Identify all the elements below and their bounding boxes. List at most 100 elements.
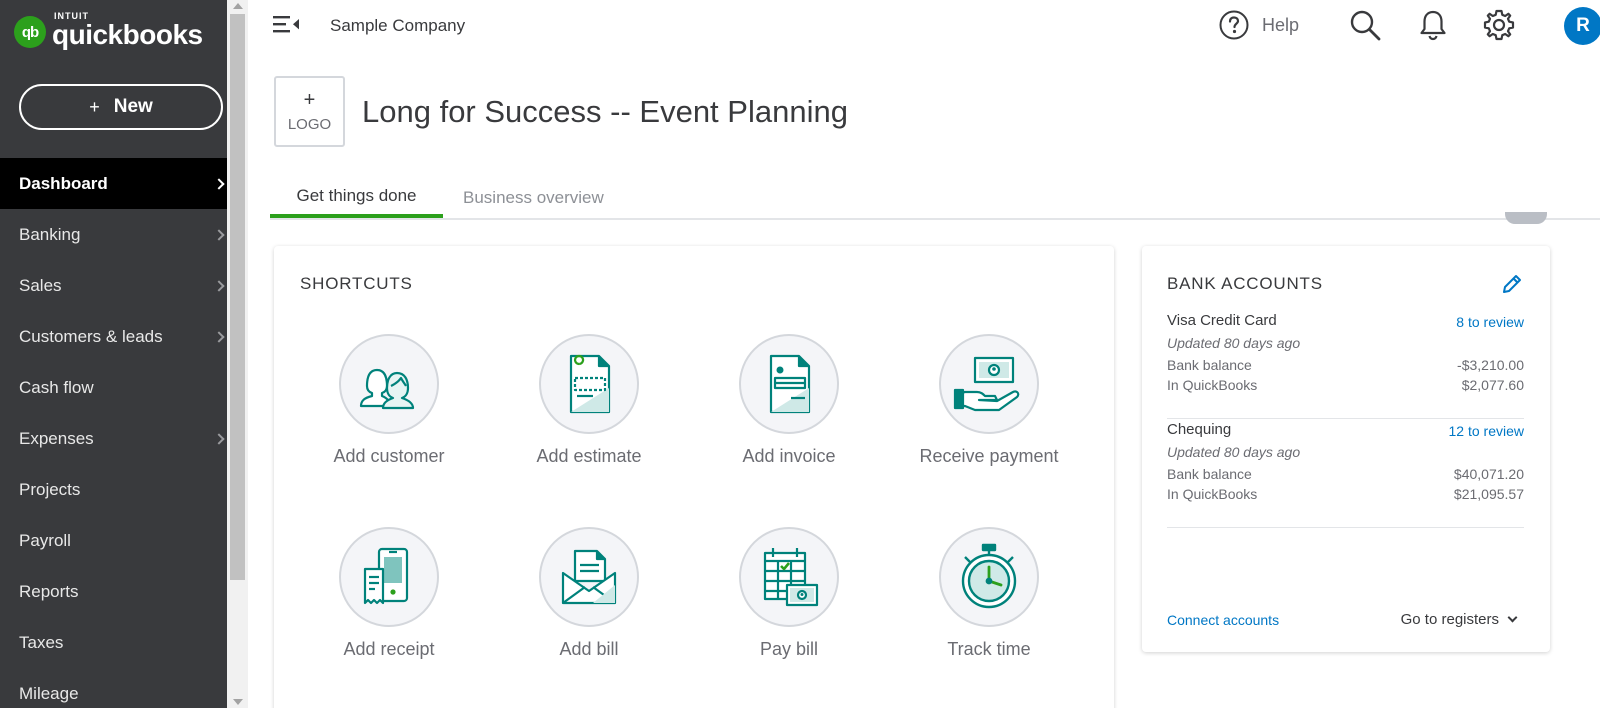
chevron-right-icon bbox=[213, 279, 225, 292]
scroll-up-arrow-icon[interactable] bbox=[233, 3, 243, 9]
quickbooks-balance-label: In QuickBooks bbox=[1167, 377, 1258, 393]
quickbooks-balance-row: In QuickBooks $21,095.57 bbox=[1167, 486, 1524, 502]
track-time-shortcut[interactable]: Track time bbox=[889, 527, 1089, 660]
bell-icon[interactable] bbox=[1416, 8, 1450, 42]
shortcuts-title: SHORTCUTS bbox=[300, 274, 413, 293]
bank-balance-label: Bank balance bbox=[1167, 357, 1252, 373]
shortcut-icon-circle bbox=[939, 334, 1039, 434]
add-receipt-shortcut[interactable]: Add receipt bbox=[289, 527, 489, 660]
shortcuts-card: SHORTCUTS Add customer Add estimate Add … bbox=[274, 246, 1114, 708]
sidebar-item-customers-leads[interactable]: Customers & leads bbox=[0, 311, 227, 362]
connect-accounts-link[interactable]: Connect accounts bbox=[1167, 612, 1279, 628]
tab-business-overview[interactable]: Business overview bbox=[463, 178, 604, 218]
sidebar-item-mileage[interactable]: Mileage bbox=[0, 668, 227, 708]
bank-balance-label: Bank balance bbox=[1167, 466, 1252, 482]
account-updated: Updated 80 days ago bbox=[1167, 335, 1301, 351]
pay-bill-icon bbox=[763, 548, 819, 607]
bank-balance-row: Bank balance $40,071.20 bbox=[1167, 466, 1524, 482]
sidebar-item-label: Sales bbox=[19, 275, 62, 295]
view-toggle-switch[interactable] bbox=[1505, 212, 1547, 224]
receipt-icon bbox=[363, 547, 409, 605]
pencil-icon[interactable] bbox=[1500, 272, 1524, 296]
shortcut-icon-circle bbox=[739, 334, 839, 434]
new-button[interactable]: + New bbox=[19, 84, 223, 130]
user-avatar[interactable]: R bbox=[1564, 7, 1600, 45]
sidebar-item-expenses[interactable]: Expenses bbox=[0, 413, 227, 464]
page-title: Long for Success -- Event Planning bbox=[362, 94, 848, 129]
chevron-right-icon bbox=[213, 228, 225, 241]
shortcut-label: Add customer bbox=[333, 446, 445, 466]
account-updated: Updated 80 days ago bbox=[1167, 444, 1301, 460]
invoice-icon bbox=[769, 354, 811, 414]
sidebar-item-label: Cash flow bbox=[19, 377, 94, 397]
add-customer-shortcut[interactable]: Add customer bbox=[289, 334, 489, 467]
account-name: Visa Credit Card bbox=[1167, 312, 1277, 329]
shortcut-icon-circle bbox=[539, 527, 639, 627]
chevron-right-icon bbox=[213, 177, 225, 190]
bank-accounts-footer: Connect accounts Go to registers bbox=[1167, 611, 1524, 628]
sidebar-item-dashboard[interactable]: Dashboard bbox=[0, 158, 227, 209]
review-link[interactable]: 8 to review bbox=[1456, 314, 1524, 330]
shortcut-icon-circle bbox=[539, 334, 639, 434]
qb-logo-icon: qb bbox=[14, 16, 46, 48]
go-to-registers-label: Go to registers bbox=[1400, 611, 1499, 628]
bank-balance-row: Bank balance -$3,210.00 bbox=[1167, 357, 1524, 373]
pay-bill-shortcut[interactable]: Pay bill bbox=[689, 527, 889, 660]
logo-intuit-text: INTUIT bbox=[54, 11, 89, 21]
shortcut-label: Add estimate bbox=[536, 446, 642, 466]
logo-label: LOGO bbox=[287, 116, 332, 133]
add-invoice-shortcut[interactable]: Add invoice bbox=[689, 334, 889, 467]
sidebar-item-banking[interactable]: Banking bbox=[0, 209, 227, 260]
shortcut-label: Add bill bbox=[559, 639, 619, 659]
sidebar-item-label: Taxes bbox=[19, 632, 64, 652]
sidebar-scrollbar[interactable] bbox=[227, 0, 248, 708]
scrollbar-thumb[interactable] bbox=[230, 14, 245, 580]
sidebar-item-sales[interactable]: Sales bbox=[0, 260, 227, 311]
add-bill-shortcut[interactable]: Add bill bbox=[489, 527, 689, 660]
shortcut-icon-circle bbox=[739, 527, 839, 627]
receive-payment-shortcut[interactable]: Receive payment bbox=[889, 334, 1089, 467]
bank-balance-value: $40,071.20 bbox=[1453, 466, 1524, 482]
chevron-right-icon bbox=[213, 330, 225, 343]
sidebar-item-payroll[interactable]: Payroll bbox=[0, 515, 227, 566]
add-estimate-shortcut[interactable]: Add estimate bbox=[489, 334, 689, 467]
new-button-label: New bbox=[113, 96, 153, 117]
bank-account-chequing: Chequing 12 to review Updated 80 days ag… bbox=[1167, 421, 1524, 528]
account-name: Chequing bbox=[1167, 421, 1232, 438]
gear-icon[interactable] bbox=[1482, 8, 1516, 42]
bank-account-visa: Visa Credit Card 8 to review Updated 80 … bbox=[1167, 312, 1524, 419]
sidebar-item-projects[interactable]: Projects bbox=[0, 464, 227, 515]
tab-get-things-done[interactable]: Get things done bbox=[270, 178, 443, 218]
dashboard-tabs: Get things done Business overview bbox=[270, 178, 1600, 220]
sidebar-item-label: Payroll bbox=[19, 530, 71, 550]
chevron-down-icon bbox=[1507, 612, 1518, 623]
sidebar-item-label: Dashboard bbox=[19, 173, 108, 193]
estimate-icon bbox=[569, 354, 611, 414]
search-icon[interactable] bbox=[1348, 8, 1382, 42]
scroll-down-arrow-icon[interactable] bbox=[233, 699, 243, 705]
shortcut-label: Add invoice bbox=[742, 446, 836, 466]
shortcut-label: Track time bbox=[947, 639, 1031, 659]
sidebar-item-label: Projects bbox=[19, 479, 81, 499]
review-link[interactable]: 12 to review bbox=[1449, 423, 1524, 439]
chevron-right-icon bbox=[213, 432, 225, 445]
sidebar-nav: Dashboard Banking Sales Customers & lead… bbox=[0, 158, 227, 708]
sidebar-item-taxes[interactable]: Taxes bbox=[0, 617, 227, 668]
quickbooks-balance-label: In QuickBooks bbox=[1167, 486, 1258, 502]
top-bar: Sample Company Help R bbox=[248, 0, 1600, 52]
help-button[interactable]: Help bbox=[1218, 9, 1299, 41]
menu-toggle-icon[interactable] bbox=[272, 12, 300, 36]
sidebar-item-cash-flow[interactable]: Cash flow bbox=[0, 362, 227, 413]
plus-icon: + bbox=[89, 96, 100, 117]
plus-icon: + bbox=[303, 89, 316, 111]
quickbooks-balance-value: $2,077.60 bbox=[1461, 377, 1524, 393]
shortcut-icon-circle bbox=[939, 527, 1039, 627]
customer-icon bbox=[359, 368, 415, 410]
logo-wordmark: INTUIT quickbooks bbox=[52, 11, 203, 51]
add-logo-button[interactable]: + LOGO bbox=[274, 76, 345, 147]
quickbooks-balance-value: $21,095.57 bbox=[1453, 486, 1524, 502]
sidebar-item-reports[interactable]: Reports bbox=[0, 566, 227, 617]
help-label: Help bbox=[1262, 14, 1300, 35]
quickbooks-logo[interactable]: qb INTUIT quickbooks bbox=[14, 11, 203, 52]
go-to-registers-dropdown[interactable]: Go to registers bbox=[1400, 611, 1518, 628]
